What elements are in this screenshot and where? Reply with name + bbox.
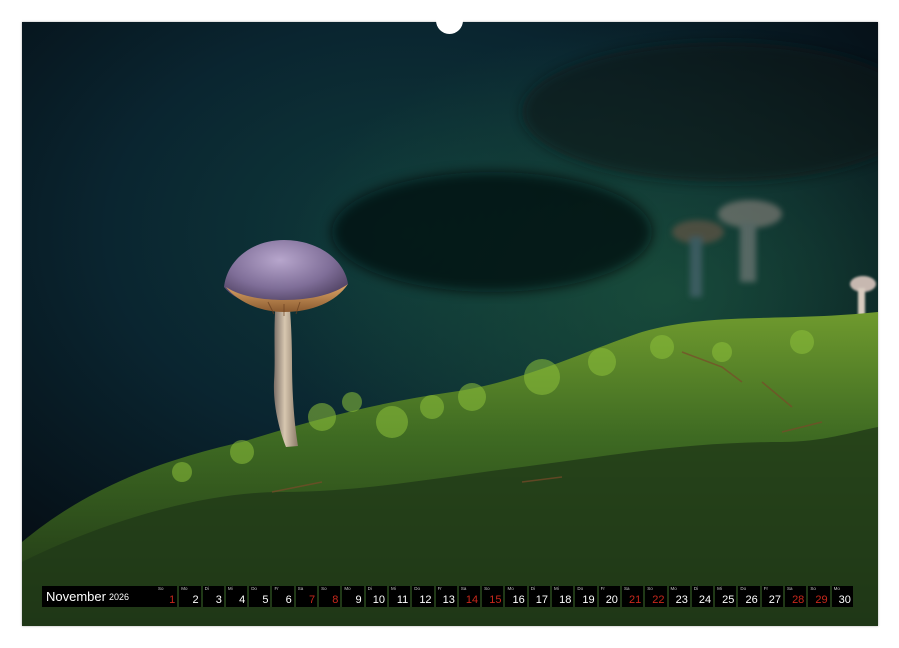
- day-number: 23: [675, 594, 688, 606]
- day-cell: Fr 20: [598, 586, 620, 607]
- day-cell: Mo 16: [505, 586, 527, 607]
- day-cell: Do 5: [249, 586, 271, 607]
- month-year: 2026: [108, 591, 129, 602]
- day-weekday: Do: [251, 586, 257, 591]
- day-number: 15: [489, 594, 502, 606]
- day-cell: Mi 4: [225, 586, 248, 607]
- day-cell: So 1: [156, 586, 178, 607]
- day-weekday: So: [158, 586, 164, 591]
- day-number: 11: [396, 594, 409, 606]
- day-number: 26: [745, 594, 758, 606]
- day-weekday: Fr: [763, 586, 768, 591]
- day-number: 14: [465, 594, 479, 606]
- day-cell: So 8: [319, 586, 341, 607]
- day-cell: Do 12: [412, 586, 434, 607]
- day-weekday: So: [321, 586, 327, 591]
- day-weekday: Mi: [717, 586, 722, 591]
- day-number: 9: [355, 594, 362, 606]
- day-cells: So 1 Mo 2 Di 3 Mi 4 Do 5 Fr 6 Sa 7 So 8 Mo 9 Di 10 Mi 11 Do 12 F…: [156, 586, 859, 607]
- day-number: 19: [582, 594, 595, 606]
- day-cell: Mi 25: [715, 586, 737, 607]
- day-number: 2: [192, 594, 199, 606]
- day-number: 1: [169, 594, 176, 606]
- day-weekday: Sa: [297, 586, 304, 591]
- day-weekday: Sa: [787, 586, 793, 591]
- day-weekday: Fr: [437, 586, 442, 591]
- day-weekday: Mo: [344, 586, 351, 591]
- day-cell: Di 10: [365, 586, 387, 607]
- day-cell: So 29: [808, 586, 830, 607]
- day-weekday: Di: [693, 586, 699, 591]
- day-number: 22: [652, 594, 665, 606]
- day-cell: Di 3: [202, 586, 224, 607]
- day-cell: Mi 11: [388, 586, 411, 607]
- day-cell: Do 19: [575, 586, 597, 607]
- day-cell: Mo 9: [342, 586, 364, 607]
- day-number: 10: [372, 594, 385, 606]
- day-cell: Sa 7: [295, 586, 318, 607]
- day-weekday: Sa: [460, 586, 467, 591]
- day-cell: So 22: [645, 586, 667, 607]
- day-number: 29: [815, 594, 828, 606]
- day-number: 6: [285, 594, 292, 606]
- day-number: 17: [535, 594, 549, 606]
- day-weekday: Mi: [554, 586, 559, 591]
- day-number: 21: [628, 594, 642, 606]
- day-cell: Mo 30: [831, 586, 853, 607]
- day-number: 18: [559, 594, 572, 606]
- day-weekday: Do: [577, 586, 584, 591]
- day-weekday: So: [810, 586, 816, 591]
- day-weekday: Di: [530, 586, 535, 591]
- day-weekday: Di: [204, 586, 209, 591]
- day-cell: Mi 18: [552, 586, 574, 607]
- day-number: 3: [215, 594, 222, 606]
- day-number: 30: [838, 594, 851, 606]
- mushroom-photo: [22, 22, 878, 626]
- day-cell: Mo 23: [668, 586, 690, 607]
- day-cell: Di 17: [528, 586, 551, 607]
- day-weekday: Mi: [227, 586, 233, 591]
- day-number: 7: [308, 594, 316, 606]
- day-weekday: So: [647, 586, 653, 591]
- day-number: 25: [722, 594, 735, 606]
- day-weekday: Mo: [833, 586, 840, 591]
- month-label: November 2026: [42, 586, 156, 607]
- day-weekday: Fr: [600, 586, 605, 591]
- day-number: 4: [239, 594, 246, 606]
- day-cell: Fr 27: [761, 586, 784, 607]
- day-number: 28: [792, 594, 805, 606]
- day-weekday: Fr: [274, 586, 279, 591]
- day-number: 24: [698, 594, 712, 606]
- day-number: 13: [442, 594, 455, 606]
- day-weekday: Mo: [670, 586, 677, 591]
- day-number: 16: [512, 594, 525, 606]
- day-weekday: Do: [740, 586, 747, 591]
- day-weekday: Mi: [390, 586, 396, 591]
- day-cell: Fr 6: [272, 586, 294, 607]
- day-cell: So 15: [482, 586, 504, 607]
- day-number: 8: [332, 594, 339, 606]
- day-weekday: Do: [414, 586, 421, 591]
- day-number: 27: [768, 594, 782, 606]
- day-weekday: Di: [367, 586, 372, 591]
- day-number: 12: [419, 594, 432, 606]
- day-cell: Fr 13: [435, 586, 457, 607]
- day-cell: Di 24: [691, 586, 714, 607]
- calendar-month-strip: November 2026 So 1 Mo 2 Di 3 Mi 4 Do 5 Fr 6 Sa 7 So 8 Mo…: [42, 586, 859, 607]
- day-cell: Sa 28: [785, 586, 807, 607]
- day-cell: Mo 2: [179, 586, 201, 607]
- day-cell: Do 26: [738, 586, 760, 607]
- day-cell: Sa 14: [458, 586, 481, 607]
- day-weekday: Mo: [181, 586, 188, 591]
- day-cell: Sa 21: [621, 586, 644, 607]
- photo-illustration: [22, 22, 878, 626]
- month-name: November: [46, 589, 106, 604]
- day-number: 5: [262, 594, 269, 606]
- day-weekday: So: [484, 586, 490, 591]
- day-weekday: Mo: [507, 586, 514, 591]
- day-weekday: Sa: [623, 586, 630, 591]
- day-number: 20: [605, 594, 618, 606]
